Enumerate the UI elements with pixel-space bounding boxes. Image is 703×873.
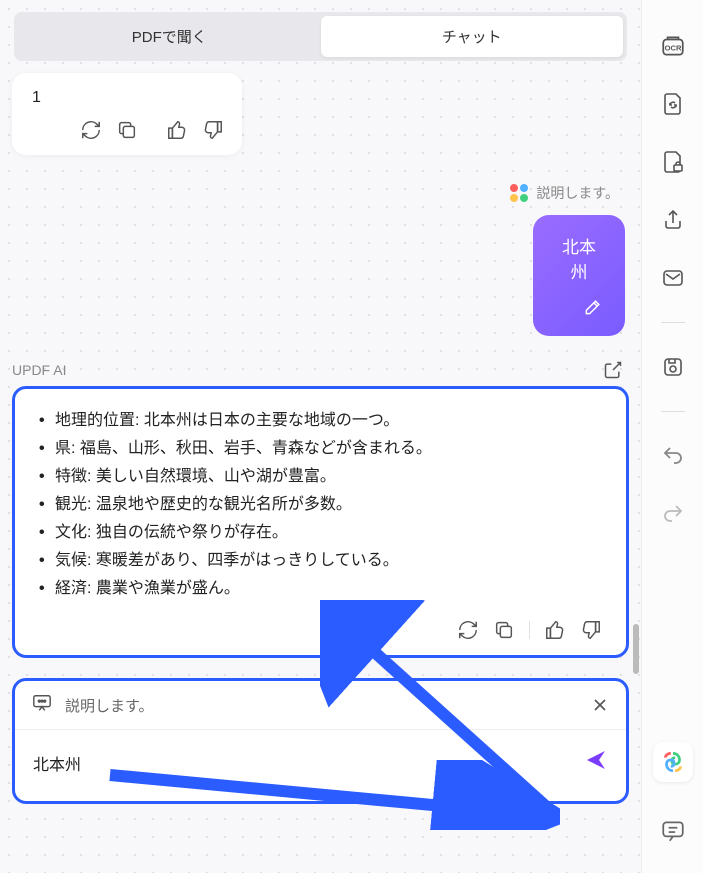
copy-icon[interactable] [493,619,515,641]
sender-label: UPDF AI [12,362,66,378]
input-header: 説明します。 [15,681,626,730]
tab-chat[interactable]: チャット [321,16,624,57]
prompt-type-icon[interactable] [31,693,53,717]
lock-file-icon[interactable] [659,148,687,176]
share-icon[interactable] [659,206,687,234]
thumbs-up-icon[interactable] [544,619,566,641]
chat-bubble-icon[interactable] [660,818,686,849]
undo-icon[interactable] [659,442,687,470]
app-logo-button[interactable] [653,742,693,782]
rail-separator [661,322,685,323]
ocr-icon[interactable]: OCR [659,32,687,60]
ai-response-card: 地理的位置: 北本州は日本の主要な地域の一つ。 県: 福島、山形、秋田、岩手、青… [12,386,629,658]
status-row: 説明します。 [12,183,629,203]
divider [529,621,530,639]
response-item: 特徴: 美しい自然環境、山や湖が豊富。 [39,463,602,491]
right-sidebar: OCR [641,0,703,873]
thumbs-down-icon[interactable] [580,619,602,641]
response-item: 経済: 農業や漁業が盛ん。 [39,575,602,603]
thumbs-up-icon[interactable] [166,119,188,141]
response-item: 気候: 寒暖差があり、四季がはっきりしている。 [39,547,602,575]
status-label: 説明します。 [536,183,619,203]
response-item: 地理的位置: 北本州は日本の主要な地域の一つ。 [39,407,602,435]
thumbs-down-icon[interactable] [202,119,224,141]
rail-separator [661,411,685,412]
assistant-message-card: 1 [12,73,242,155]
user-message-text: 北本州 [555,233,603,283]
chat-input[interactable] [33,754,584,772]
tab-pdf-listen[interactable]: PDFで聞く [18,16,321,57]
chat-input-box: 説明します。 [12,678,629,804]
response-item: 観光: 温泉地や歴史的な観光名所が多数。 [39,491,602,519]
copy-icon[interactable] [116,119,138,141]
user-message-bubble: 北本州 [533,215,625,336]
save-icon[interactable] [659,353,687,381]
input-header-label: 説明します。 [65,695,154,716]
svg-text:OCR: OCR [664,43,681,52]
send-button[interactable] [584,748,608,777]
response-actions [39,619,602,641]
refresh-icon[interactable] [457,619,479,641]
sender-row: UPDF AI [12,360,629,380]
refresh-icon[interactable] [80,119,102,141]
tab-bar: PDFで聞く チャット [14,12,627,61]
assistant-message-text: 1 [32,89,222,107]
redo-icon[interactable] [659,500,687,528]
external-link-icon[interactable] [603,360,623,380]
response-list: 地理的位置: 北本州は日本の主要な地域の一つ。 県: 福島、山形、秋田、岩手、青… [39,407,602,603]
colorful-dots-icon [510,184,528,202]
mail-icon[interactable] [659,264,687,292]
scrollbar-thumb[interactable] [633,624,639,674]
edit-message-button[interactable] [555,297,603,322]
response-item: 文化: 独自の伝統や祭りが存在。 [39,519,602,547]
message-actions [32,119,222,141]
close-icon[interactable] [590,695,610,715]
response-item: 県: 福島、山形、秋田、岩手、青森などが含まれる。 [39,435,602,463]
refresh-file-icon[interactable] [659,90,687,118]
